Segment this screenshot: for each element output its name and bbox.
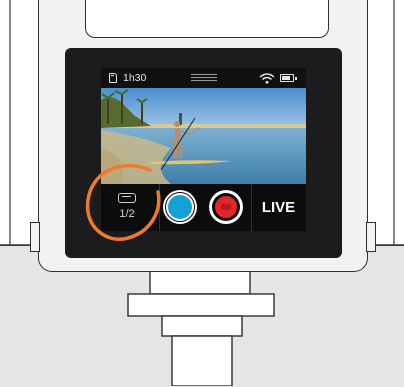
- live-stream-button[interactable]: LIVE: [251, 184, 306, 231]
- photo-shutter-button[interactable]: [163, 190, 197, 224]
- recording-time-remaining: 1h30: [123, 72, 147, 84]
- resolution-label: 1/2: [119, 208, 135, 220]
- record-button[interactable]: [209, 190, 243, 224]
- battery-icon: [280, 74, 297, 82]
- video-preview: [101, 88, 306, 184]
- camera-left-clip: [30, 222, 40, 252]
- camera-right-clip: [366, 222, 376, 252]
- resolution-icon: [118, 193, 136, 203]
- control-bar: 1/2 LIVE: [101, 184, 306, 231]
- wifi-icon: [259, 73, 275, 84]
- camera-touchscreen: 1h30 1/2 LIVE: [101, 68, 306, 231]
- menu-lines-icon[interactable]: [191, 74, 217, 82]
- camera-top-lens-housing: [85, 0, 329, 38]
- status-bar: 1h30: [101, 68, 306, 88]
- resolution-button[interactable]: 1/2: [101, 184, 159, 231]
- divider: [159, 184, 160, 231]
- sd-card-icon: [109, 73, 117, 83]
